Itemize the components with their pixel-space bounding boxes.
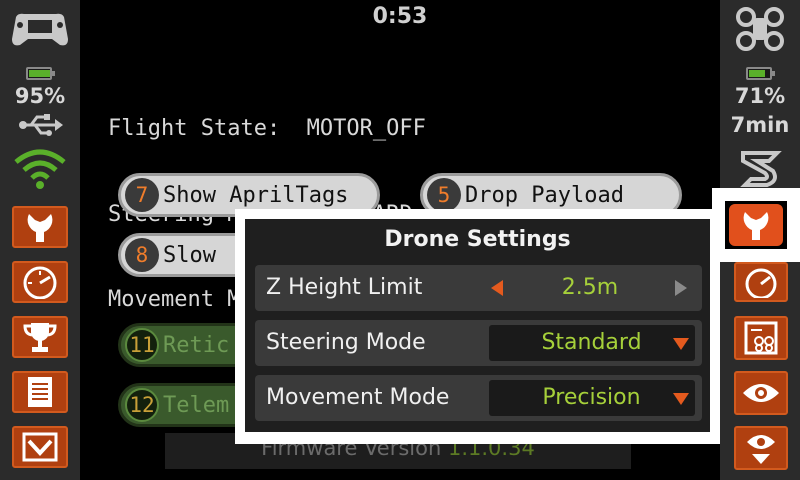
download-button[interactable] xyxy=(12,426,68,468)
settings-button-frame xyxy=(725,201,787,249)
steering-mode-value: Standard xyxy=(541,330,642,355)
action-label: Slow xyxy=(163,242,216,268)
action-number: 7 xyxy=(125,178,159,212)
wrench-button[interactable] xyxy=(12,206,68,248)
movement-mode-label: Movement Mode xyxy=(266,385,450,410)
settings-button-highlight xyxy=(712,188,800,262)
wrench-icon xyxy=(27,214,53,242)
action-number: 12 xyxy=(125,388,159,422)
battery-fill xyxy=(29,70,50,77)
gauge-button-right[interactable] xyxy=(734,262,788,302)
z-height-row: Z Height Limit 2.5m xyxy=(255,265,702,311)
eye-icon xyxy=(743,384,779,402)
wrench-icon xyxy=(743,212,769,240)
document-icon xyxy=(28,377,52,407)
z-height-value: 2.5m xyxy=(561,275,619,300)
trophy-button[interactable] xyxy=(12,316,68,358)
battery-fill xyxy=(749,70,765,77)
battery-icon xyxy=(26,67,55,80)
view-button[interactable] xyxy=(734,371,788,415)
eye-down-icon xyxy=(747,435,775,464)
controller-battery-percent: 95% xyxy=(14,84,66,108)
steering-mode-label: Steering Mode xyxy=(266,330,426,355)
battery-icon xyxy=(746,67,775,80)
wifi-icon xyxy=(13,147,67,191)
inbox-download-icon xyxy=(22,432,58,462)
flight-state-line: Flight State: MOTOR_OFF xyxy=(108,116,426,141)
flight-time-remaining: 7min xyxy=(730,113,790,137)
action-label: Telem xyxy=(163,392,230,418)
view-down-button[interactable] xyxy=(734,426,788,470)
gauge-icon xyxy=(23,266,57,299)
usb-icon xyxy=(16,112,64,138)
drone-settings-modal: Drone Settings Z Height Limit 2.5m Steer… xyxy=(245,219,710,432)
modal-title: Drone Settings xyxy=(384,227,571,252)
settings-button[interactable] xyxy=(729,204,783,246)
action-number: 8 xyxy=(125,238,159,272)
gauge-icon xyxy=(745,268,777,298)
chevron-down-icon xyxy=(673,393,689,405)
gamepad-icon xyxy=(10,10,70,50)
action-label: Show AprilTags xyxy=(163,182,349,208)
movement-mode-select[interactable]: Precision xyxy=(489,380,695,416)
movement-mode-value: Precision xyxy=(542,385,641,410)
flight-timer: 0:53 xyxy=(372,4,428,29)
gauge-button[interactable] xyxy=(12,261,68,303)
trophy-icon xyxy=(23,323,57,352)
left-sidebar: 95% xyxy=(0,0,80,480)
drone-battery-percent: 71% xyxy=(734,84,786,108)
action-label: Drop Payload xyxy=(465,182,624,208)
action-number: 5 xyxy=(427,178,461,212)
increase-arrow-icon[interactable] xyxy=(675,280,687,296)
decrease-arrow-icon[interactable] xyxy=(491,280,503,296)
steering-mode-select[interactable]: Standard xyxy=(489,325,695,361)
drone-list-icon xyxy=(744,321,778,355)
chevron-down-icon xyxy=(673,338,689,350)
action-label: Retic xyxy=(163,332,230,358)
logo-icon xyxy=(738,148,784,190)
z-height-label: Z Height Limit xyxy=(266,275,423,300)
movement-mode-row: Movement Mode Precision xyxy=(255,375,702,421)
document-button[interactable] xyxy=(12,371,68,413)
drone-icon xyxy=(734,6,786,52)
steering-mode-row: Steering Mode Standard xyxy=(255,320,702,366)
drone-list-button[interactable] xyxy=(734,316,788,360)
action-number: 11 xyxy=(125,328,159,362)
